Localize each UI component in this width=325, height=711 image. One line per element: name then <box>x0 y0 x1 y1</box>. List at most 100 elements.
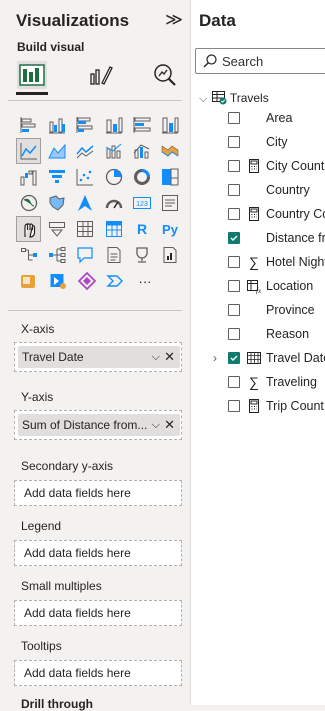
checkbox[interactable] <box>228 112 240 124</box>
secondary-y-axis-well[interactable]: Add data fields here <box>14 480 182 506</box>
card-icon[interactable]: 123 <box>130 191 153 215</box>
secondary-y-axis-label: Secondary y-axis <box>21 459 114 473</box>
smart-narrative-icon[interactable] <box>102 243 125 267</box>
remove-field-icon[interactable]: ✕ <box>164 346 175 368</box>
checkbox[interactable] <box>228 256 240 268</box>
metrics-icon[interactable] <box>130 243 153 267</box>
checkbox[interactable] <box>228 184 240 196</box>
line-stacked-column-chart-icon[interactable] <box>102 139 125 163</box>
stacked-area-chart-icon[interactable] <box>74 139 97 163</box>
field-row[interactable]: ∑ Hotel Nights <box>209 251 325 275</box>
clustered-column-chart-icon[interactable] <box>45 113 68 137</box>
azure-map-icon[interactable] <box>74 191 97 215</box>
treemap-icon[interactable] <box>159 165 182 189</box>
field-row[interactable]: Province <box>209 299 325 323</box>
gauge-icon[interactable] <box>102 191 125 215</box>
chevron-down-icon[interactable]: ⌵ <box>152 346 160 368</box>
checkbox[interactable] <box>228 136 240 148</box>
custom-visual-icon[interactable] <box>75 269 99 293</box>
area-chart-icon[interactable] <box>45 139 68 163</box>
collapse-pane-button[interactable]: ≫ <box>164 10 184 30</box>
field-row[interactable]: Reason <box>209 323 325 347</box>
visualizations-pane: Visualizations ≫ Build visual 123 R Py ·… <box>0 0 191 711</box>
multi-row-card-icon[interactable] <box>159 191 182 215</box>
search-box[interactable] <box>195 48 325 74</box>
visualizations-title: Visualizations <box>16 11 130 30</box>
field-row[interactable]: City Count <box>209 155 325 179</box>
checkbox[interactable] <box>228 376 240 388</box>
checkbox[interactable] <box>228 328 240 340</box>
field-row[interactable]: Trip Count <box>209 395 325 419</box>
filled-map-icon[interactable] <box>45 191 68 215</box>
slicer-icon[interactable] <box>45 217 68 241</box>
tooltips-well[interactable]: Add data fields here <box>14 660 182 686</box>
field-name: Country Count <box>266 207 325 221</box>
svg-text:fx: fx <box>256 287 262 294</box>
chevron-down-icon[interactable]: ⌵ <box>152 414 160 436</box>
more-visuals-icon[interactable]: ··· <box>133 269 157 293</box>
field-row[interactable]: Distance from Home <box>209 227 325 251</box>
line-chart-icon[interactable] <box>15 138 42 164</box>
field-row[interactable]: ∑ Traveling <box>209 371 325 395</box>
y-axis-field-pill[interactable]: Sum of Distance from... ⌵ ✕ <box>18 414 180 436</box>
checkbox[interactable] <box>228 280 240 292</box>
checkbox[interactable] <box>228 160 240 172</box>
table-node-travels[interactable]: ⌵ Travels <box>199 89 269 105</box>
r-script-visual-icon[interactable]: R <box>130 217 153 241</box>
checkbox-checked[interactable] <box>228 232 240 244</box>
table-name: Travels <box>229 91 269 105</box>
build-visual-mode-icon[interactable] <box>17 61 47 89</box>
power-apps-icon[interactable] <box>17 269 41 293</box>
clustered-bar-chart-icon[interactable] <box>74 113 97 137</box>
small-multiples-well[interactable]: Add data fields here <box>14 600 182 626</box>
100-stacked-bar-chart-icon[interactable] <box>130 113 153 137</box>
checkbox[interactable] <box>228 400 240 412</box>
matrix-icon[interactable] <box>102 217 125 241</box>
line-clustered-column-chart-icon[interactable] <box>130 139 153 163</box>
table-icon[interactable] <box>74 217 97 241</box>
add-fields-placeholder: Add data fields here <box>24 486 131 500</box>
donut-chart-icon[interactable] <box>130 165 153 189</box>
add-fields-placeholder: Add data fields here <box>24 546 131 560</box>
funnel-chart-icon[interactable] <box>45 165 68 189</box>
kpi-icon[interactable] <box>15 216 42 242</box>
field-name: Reason <box>266 327 310 341</box>
qna-icon[interactable] <box>74 243 97 267</box>
stacked-bar-chart-icon[interactable] <box>17 113 40 137</box>
pie-chart-icon[interactable] <box>102 165 125 189</box>
paginated-report-icon[interactable] <box>159 243 182 267</box>
x-axis-well[interactable]: Travel Date ⌵ ✕ <box>14 342 182 372</box>
decomposition-tree-icon[interactable] <box>45 243 68 267</box>
checkbox[interactable] <box>228 208 240 220</box>
checkbox-checked[interactable] <box>228 352 240 364</box>
remove-field-icon[interactable]: ✕ <box>164 414 175 436</box>
chevron-down-icon[interactable]: ⌵ <box>199 93 207 105</box>
stacked-column-chart-icon[interactable] <box>102 113 125 137</box>
field-name: Location <box>266 279 314 293</box>
field-row[interactable]: › Travel Date <box>209 347 325 371</box>
map-icon[interactable] <box>17 191 40 215</box>
scatter-chart-icon[interactable] <box>74 165 97 189</box>
search-input[interactable] <box>222 52 322 70</box>
field-row[interactable]: Country Count <box>209 203 325 227</box>
python-visual-icon[interactable]: Py <box>159 217 182 241</box>
waterfall-chart-icon[interactable] <box>17 165 40 189</box>
checkbox[interactable] <box>228 304 240 316</box>
x-axis-field-pill[interactable]: Travel Date ⌵ ✕ <box>18 346 180 368</box>
power-automate-icon[interactable] <box>46 269 70 293</box>
legend-well[interactable]: Add data fields here <box>14 540 182 566</box>
expand-chevron-icon[interactable]: › <box>213 351 217 365</box>
field-row[interactable]: Area <box>209 107 325 131</box>
field-name: Province <box>266 303 315 317</box>
key-influencers-icon[interactable] <box>17 243 40 267</box>
calculator-icon <box>246 206 262 222</box>
chevron-visual-icon[interactable] <box>104 269 128 293</box>
analytics-mode-icon[interactable] <box>150 61 180 89</box>
field-row[interactable]: Country <box>209 179 325 203</box>
ribbon-chart-icon[interactable] <box>159 139 182 163</box>
field-row[interactable]: City <box>209 131 325 155</box>
field-row[interactable]: fx Location <box>209 275 325 299</box>
y-axis-well[interactable]: Sum of Distance from... ⌵ ✕ <box>14 410 182 440</box>
100-stacked-column-chart-icon[interactable] <box>159 113 182 137</box>
format-visual-mode-icon[interactable] <box>85 61 115 89</box>
